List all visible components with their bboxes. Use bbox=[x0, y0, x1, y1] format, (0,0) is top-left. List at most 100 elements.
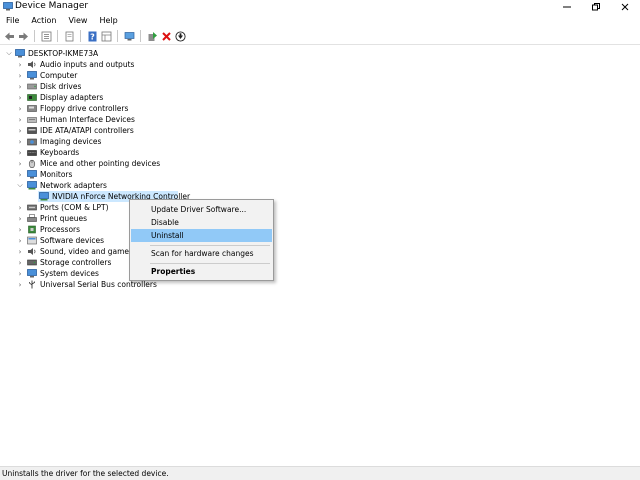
uninstall-icon bbox=[161, 31, 171, 41]
tree-label: Display adapters bbox=[40, 93, 104, 102]
expand-chevron-icon[interactable]: › bbox=[16, 268, 24, 279]
menu-scan-hardware[interactable]: Scan for hardware changes bbox=[131, 247, 272, 260]
expand-chevron-icon[interactable]: › bbox=[16, 59, 24, 70]
expand-chevron-icon[interactable]: › bbox=[16, 224, 24, 235]
tree-label: Mice and other pointing devices bbox=[40, 159, 161, 168]
menu-file[interactable]: File bbox=[0, 14, 25, 28]
device-manager-app-icon bbox=[3, 2, 13, 11]
network-adapter-icon bbox=[27, 181, 37, 190]
close-button[interactable] bbox=[610, 0, 640, 14]
toolbar-separator bbox=[34, 30, 35, 42]
menu-update-driver[interactable]: Update Driver Software... bbox=[131, 203, 272, 216]
back-button[interactable] bbox=[2, 29, 16, 43]
window-title: Device Manager bbox=[15, 1, 89, 11]
expand-chevron-icon[interactable]: › bbox=[16, 125, 24, 136]
expand-chevron-icon[interactable]: › bbox=[16, 147, 24, 158]
help-icon: ? bbox=[88, 31, 96, 41]
maximize-button[interactable] bbox=[581, 0, 611, 14]
menu-bar: File Action View Help bbox=[0, 14, 640, 28]
computer-root-icon bbox=[15, 49, 25, 58]
collapse-chevron-icon[interactable]: ⌵ bbox=[5, 48, 13, 59]
restore-icon bbox=[592, 3, 600, 11]
toolbar-separator bbox=[80, 30, 81, 42]
floppy-controller-icon bbox=[27, 105, 37, 112]
expand-chevron-icon[interactable]: › bbox=[16, 136, 24, 147]
svg-text:?: ? bbox=[90, 32, 95, 41]
expand-chevron-icon[interactable]: › bbox=[16, 103, 24, 114]
properties-sheet-button[interactable] bbox=[62, 29, 76, 43]
view-grid-icon bbox=[101, 31, 111, 41]
tree-label: Monitors bbox=[40, 170, 73, 179]
usb-icon bbox=[29, 280, 35, 289]
collapse-chevron-icon[interactable]: ⌵ bbox=[16, 180, 24, 191]
minimize-icon bbox=[563, 6, 571, 8]
context-menu: Update Driver Software... Disable Uninst… bbox=[129, 199, 274, 281]
menu-view[interactable]: View bbox=[62, 14, 93, 28]
expand-chevron-icon[interactable]: › bbox=[16, 81, 24, 92]
menu-separator bbox=[150, 245, 270, 246]
tree-label: Human Interface Devices bbox=[40, 115, 135, 124]
expand-chevron-icon[interactable]: › bbox=[16, 114, 24, 125]
software-device-icon bbox=[27, 236, 37, 245]
device-view-button[interactable] bbox=[39, 29, 53, 43]
expand-chevron-icon[interactable]: › bbox=[16, 235, 24, 246]
device-view-icon bbox=[41, 31, 51, 41]
menu-disable[interactable]: Disable bbox=[131, 216, 272, 229]
tree-label: IDE ATA/ATAPI controllers bbox=[40, 126, 134, 135]
sound-icon bbox=[28, 248, 36, 255]
expand-chevron-icon[interactable]: › bbox=[16, 257, 24, 268]
scan-hardware-button[interactable] bbox=[122, 29, 136, 43]
minimize-button[interactable] bbox=[552, 0, 582, 14]
view-grid-button[interactable] bbox=[99, 29, 113, 43]
back-icon bbox=[4, 32, 14, 40]
tree-label: Processors bbox=[40, 225, 81, 234]
status-text: Uninstalls the driver for the selected d… bbox=[2, 469, 169, 478]
menu-action[interactable]: Action bbox=[25, 14, 62, 28]
root-label: DESKTOP-IKME73A bbox=[28, 49, 99, 58]
enable-device-button[interactable] bbox=[173, 29, 187, 43]
monitor-scan-icon bbox=[124, 31, 134, 40]
ports-icon bbox=[27, 204, 37, 211]
keyboard-icon bbox=[27, 150, 37, 156]
tree-label: Network adapters bbox=[40, 181, 107, 190]
properties-sheet-icon bbox=[65, 31, 73, 41]
device-tree[interactable]: ⌵ DESKTOP-IKME73A › Audio inputs and out… bbox=[0, 46, 640, 464]
system-devices-icon bbox=[27, 269, 37, 278]
tree-label: Print queues bbox=[40, 214, 88, 223]
mouse-icon bbox=[28, 159, 36, 168]
hid-icon bbox=[27, 117, 37, 123]
tree-label: Software devices bbox=[40, 236, 104, 245]
tree-label: Floppy drive controllers bbox=[40, 104, 129, 113]
expand-chevron-icon[interactable]: › bbox=[16, 169, 24, 180]
forward-button[interactable] bbox=[16, 29, 30, 43]
title-bar: Device Manager bbox=[0, 0, 640, 14]
computer-icon bbox=[27, 71, 37, 80]
tree-label: Audio inputs and outputs bbox=[40, 60, 135, 69]
tree-label: System devices bbox=[40, 269, 99, 278]
expand-chevron-icon[interactable]: › bbox=[16, 70, 24, 81]
expand-chevron-icon[interactable]: › bbox=[16, 246, 24, 257]
ide-controller-icon bbox=[27, 127, 37, 134]
expand-chevron-icon[interactable]: › bbox=[16, 92, 24, 103]
monitor-icon bbox=[27, 170, 37, 179]
toolbar: ? bbox=[0, 28, 640, 45]
menu-help[interactable]: Help bbox=[93, 14, 123, 28]
menu-uninstall[interactable]: Uninstall bbox=[131, 229, 272, 242]
help-button[interactable]: ? bbox=[85, 29, 99, 43]
status-bar: Uninstalls the driver for the selected d… bbox=[0, 466, 640, 480]
tree-label: Ports (COM & LPT) bbox=[40, 203, 109, 212]
printer-icon bbox=[27, 214, 37, 222]
expand-chevron-icon[interactable]: › bbox=[16, 158, 24, 169]
expand-chevron-icon[interactable]: › bbox=[16, 279, 24, 290]
network-card-icon bbox=[39, 192, 49, 201]
tree-label: Disk drives bbox=[40, 82, 82, 91]
expand-chevron-icon[interactable]: › bbox=[16, 213, 24, 224]
display-adapter-icon bbox=[27, 94, 37, 101]
close-icon bbox=[621, 3, 629, 11]
update-driver-button[interactable] bbox=[145, 29, 159, 43]
disk-drive-icon bbox=[27, 83, 37, 90]
menu-properties[interactable]: Properties bbox=[131, 265, 272, 278]
imaging-icon bbox=[27, 138, 37, 146]
uninstall-button[interactable] bbox=[159, 29, 173, 43]
expand-chevron-icon[interactable]: › bbox=[16, 202, 24, 213]
